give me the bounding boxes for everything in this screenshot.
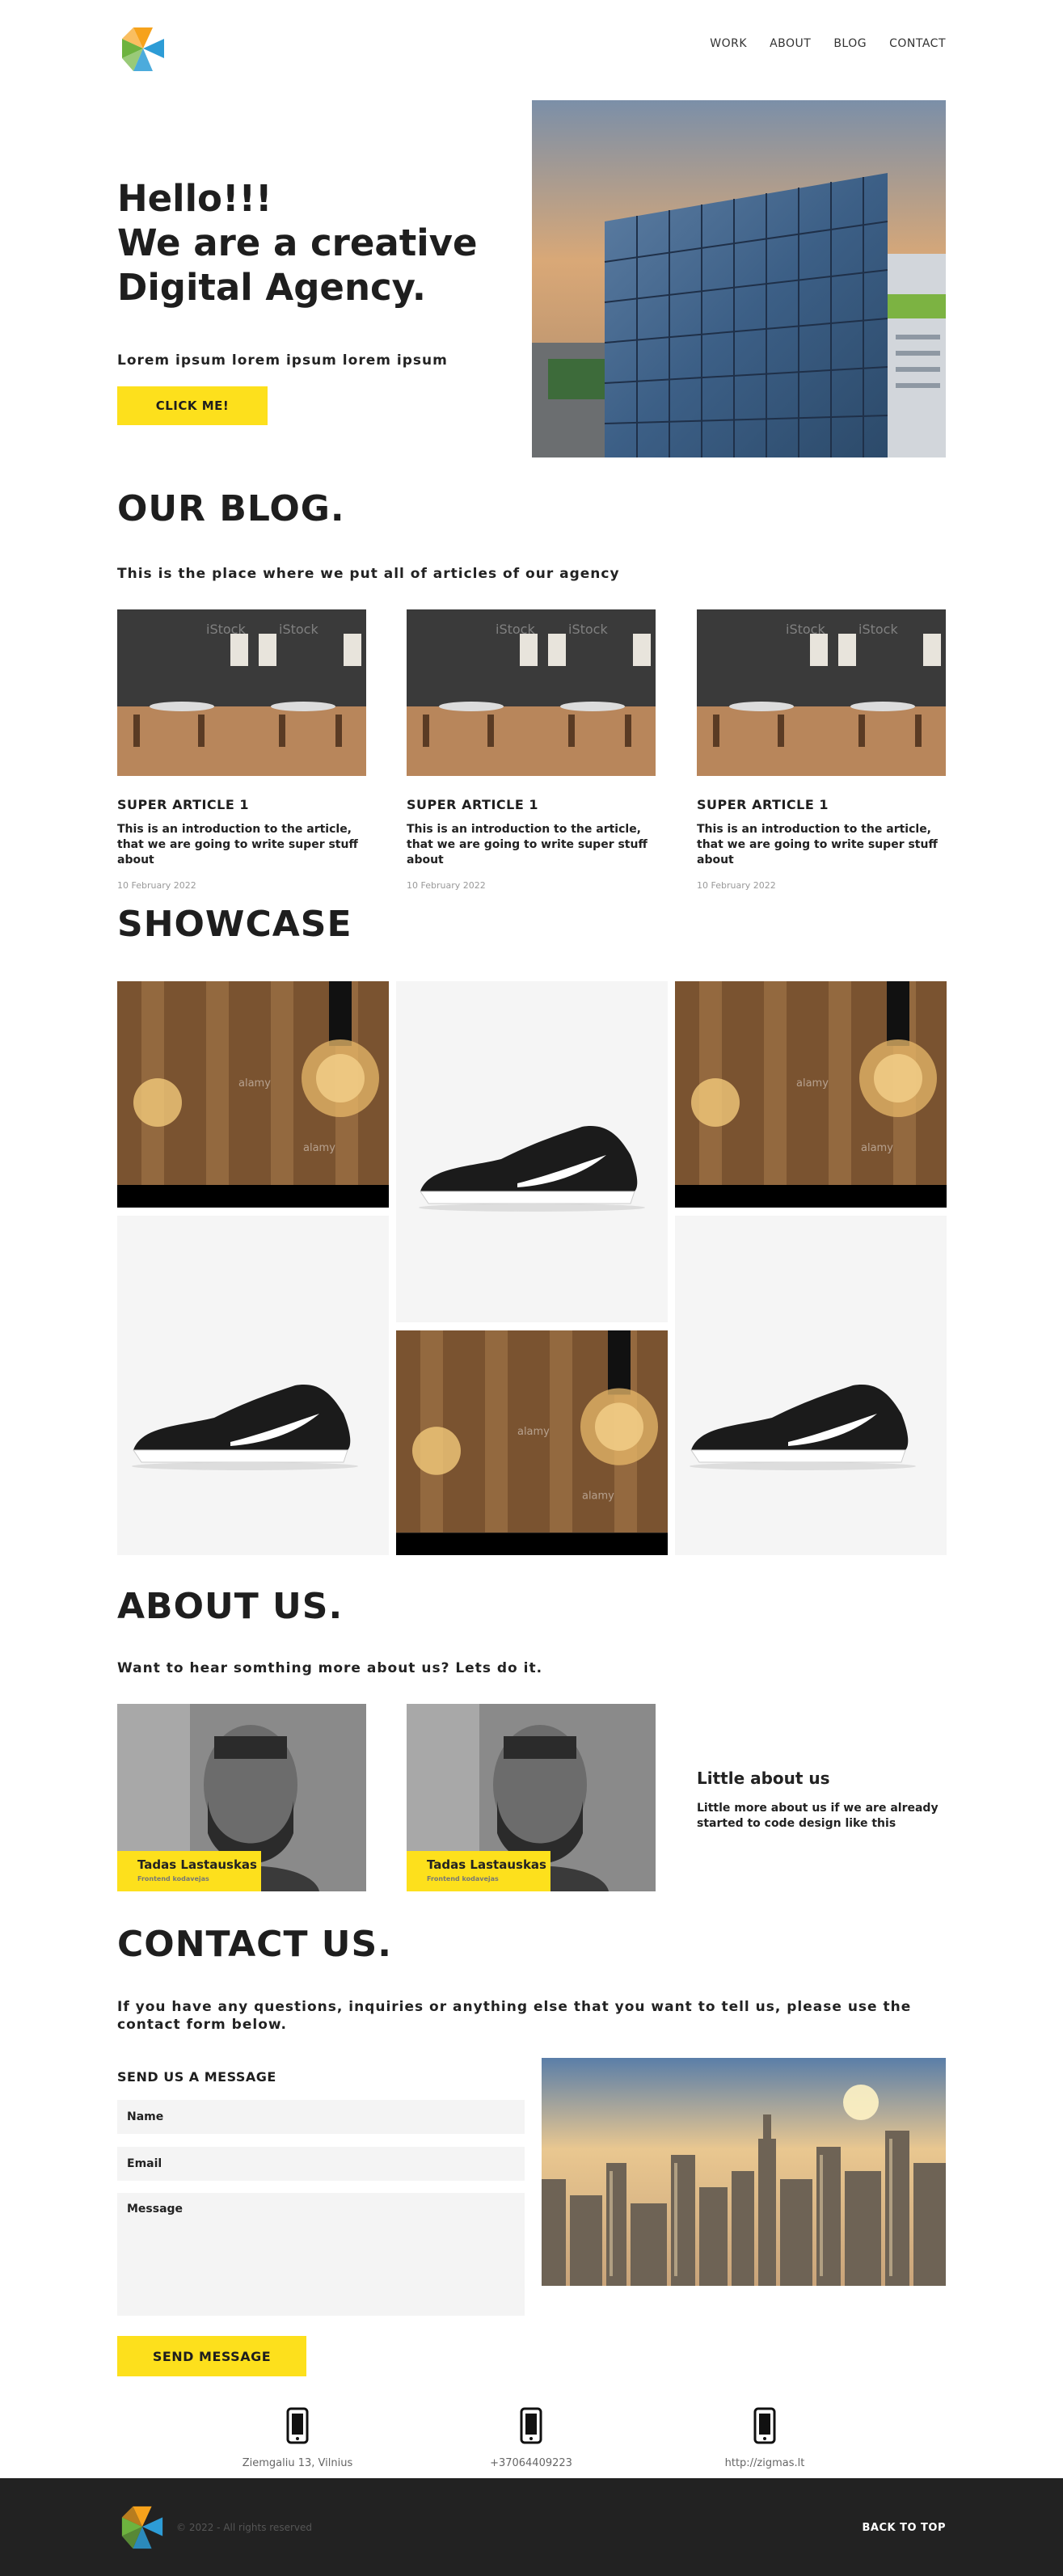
- contact-info-address: Ziemgaliu 13, Vilnius: [217, 2407, 378, 2469]
- nav-link-contact[interactable]: CONTACT: [889, 37, 946, 50]
- showcase-section-title: SHOWCASE: [117, 904, 352, 945]
- contact-lead: If you have any questions, inquiries or …: [117, 1999, 912, 2033]
- click-me-button[interactable]: CLICK ME!: [117, 386, 268, 425]
- hero-title-line-2: We are a creative: [117, 221, 478, 264]
- contact-info-phone: +37064409223: [450, 2407, 612, 2469]
- team-member-label: Tadas Lastauskas Frontend kodavejas: [407, 1851, 550, 1891]
- showcase-bulb-image[interactable]: alamy alamy: [117, 981, 389, 1208]
- phone-icon: [753, 2407, 776, 2444]
- showcase-bulb-image[interactable]: alamy alamy: [396, 1330, 668, 1555]
- showcase-sneaker-image[interactable]: [396, 981, 668, 1322]
- blog-article-intro: This is an introduction to the article, …: [117, 823, 358, 866]
- contact-section-title: CONTACT US.: [117, 1924, 392, 1965]
- blog-article-date: 10 February 2022: [117, 880, 196, 891]
- team-member-card[interactable]: Tadas Lastauskas Frontend kodavejas: [117, 1704, 366, 1891]
- stock-watermark: iStock: [496, 622, 535, 637]
- contact-address: Ziemgaliu 13, Vilnius: [242, 2457, 353, 2469]
- stock-watermark: alamy: [861, 1142, 893, 1154]
- team-member-role: Frontend kodavejas: [137, 1875, 209, 1882]
- hero-title: Hello!!! We are a creative Digital Agenc…: [117, 176, 505, 310]
- showcase-sneaker-image[interactable]: [675, 1216, 947, 1555]
- cafe-image: iStock iStock: [407, 609, 656, 776]
- hero-title-line-3: Digital Agency.: [117, 266, 426, 309]
- message-field[interactable]: [117, 2193, 525, 2316]
- blog-card[interactable]: iStock iStock SUPER ARTICLE 1 This is an …: [697, 609, 946, 891]
- stock-watermark: iStock: [279, 622, 318, 637]
- blog-article-date: 10 February 2022: [407, 880, 486, 891]
- stock-watermark: iStock: [786, 622, 825, 637]
- office-building-image: [532, 100, 946, 457]
- blog-card[interactable]: iStock iStock SUPER ARTICLE 1 This is an …: [407, 609, 656, 891]
- name-field[interactable]: [117, 2100, 525, 2134]
- contact-website[interactable]: http://zigmas.lt: [684, 2457, 846, 2469]
- cafe-image: iStock iStock: [117, 609, 366, 776]
- send-message-button[interactable]: SEND MESSAGE: [117, 2336, 306, 2376]
- back-to-top-link[interactable]: BACK TO TOP: [862, 2522, 946, 2534]
- team-member-name: Tadas Lastauskas: [137, 1857, 257, 1872]
- stock-watermark: alamy: [582, 1490, 614, 1503]
- cafe-image: iStock iStock: [697, 609, 946, 776]
- agency-logo[interactable]: [117, 2503, 167, 2550]
- city-skyline-image: [542, 2058, 946, 2286]
- blog-article-title[interactable]: SUPER ARTICLE 1: [697, 797, 946, 812]
- phone-icon: [286, 2407, 309, 2444]
- blog-section-title: OUR BLOG.: [117, 488, 345, 529]
- about-side-title: Little about us: [697, 1769, 830, 1788]
- showcase-bulb-image[interactable]: alamy alamy: [675, 981, 947, 1208]
- team-member-role: Frontend kodavejas: [427, 1875, 499, 1882]
- nav-link-about[interactable]: ABOUT: [770, 37, 811, 50]
- nav-link-work[interactable]: WORK: [710, 37, 747, 50]
- team-member-label: Tadas Lastauskas Frontend kodavejas: [117, 1851, 261, 1891]
- about-lead: Want to hear somthing more about us? Let…: [117, 1660, 543, 1676]
- hero-subtitle: Lorem ipsum lorem ipsum lorem ipsum: [117, 352, 448, 369]
- stock-watermark: alamy: [303, 1142, 335, 1154]
- blog-article-intro: This is an introduction to the article, …: [407, 823, 648, 866]
- stock-watermark: iStock: [206, 622, 246, 637]
- blog-article-title[interactable]: SUPER ARTICLE 1: [407, 797, 656, 812]
- blog-card[interactable]: iStock iStock SUPER ARTICLE 1 This is an …: [117, 609, 366, 891]
- blog-article-intro: This is an introduction to the article, …: [697, 823, 938, 866]
- stock-watermark: iStock: [568, 622, 608, 637]
- blog-article-date: 10 February 2022: [697, 880, 776, 891]
- blog-article-title[interactable]: SUPER ARTICLE 1: [117, 797, 366, 812]
- nav-link-blog[interactable]: BLOG: [833, 37, 867, 50]
- about-side-text: Little more about us if we are already s…: [697, 1802, 939, 1830]
- stock-watermark: alamy: [517, 1426, 550, 1438]
- blog-lead: This is the place where we put all of ar…: [117, 566, 620, 582]
- email-field[interactable]: [117, 2147, 525, 2181]
- main-nav: WORK ABOUT BLOG CONTACT: [710, 37, 946, 50]
- footer-copyright: © 2022 - All rights reserved: [176, 2522, 312, 2533]
- about-section-title: ABOUT US.: [117, 1586, 344, 1627]
- contact-phone[interactable]: +37064409223: [450, 2457, 612, 2469]
- stock-watermark: alamy: [238, 1077, 271, 1090]
- phone-icon: [520, 2407, 542, 2444]
- showcase-sneaker-image[interactable]: [117, 1216, 389, 1555]
- agency-logo[interactable]: [117, 24, 169, 73]
- team-member-name: Tadas Lastauskas: [427, 1857, 546, 1872]
- hero-title-line-1: Hello!!!: [117, 177, 272, 220]
- team-member-card[interactable]: Tadas Lastauskas Frontend kodavejas: [407, 1704, 656, 1891]
- stock-watermark: alamy: [796, 1077, 829, 1090]
- contact-info-website: http://zigmas.lt: [684, 2407, 846, 2469]
- stock-watermark: iStock: [858, 622, 898, 637]
- contact-form-title: SEND US A MESSAGE: [117, 2069, 276, 2085]
